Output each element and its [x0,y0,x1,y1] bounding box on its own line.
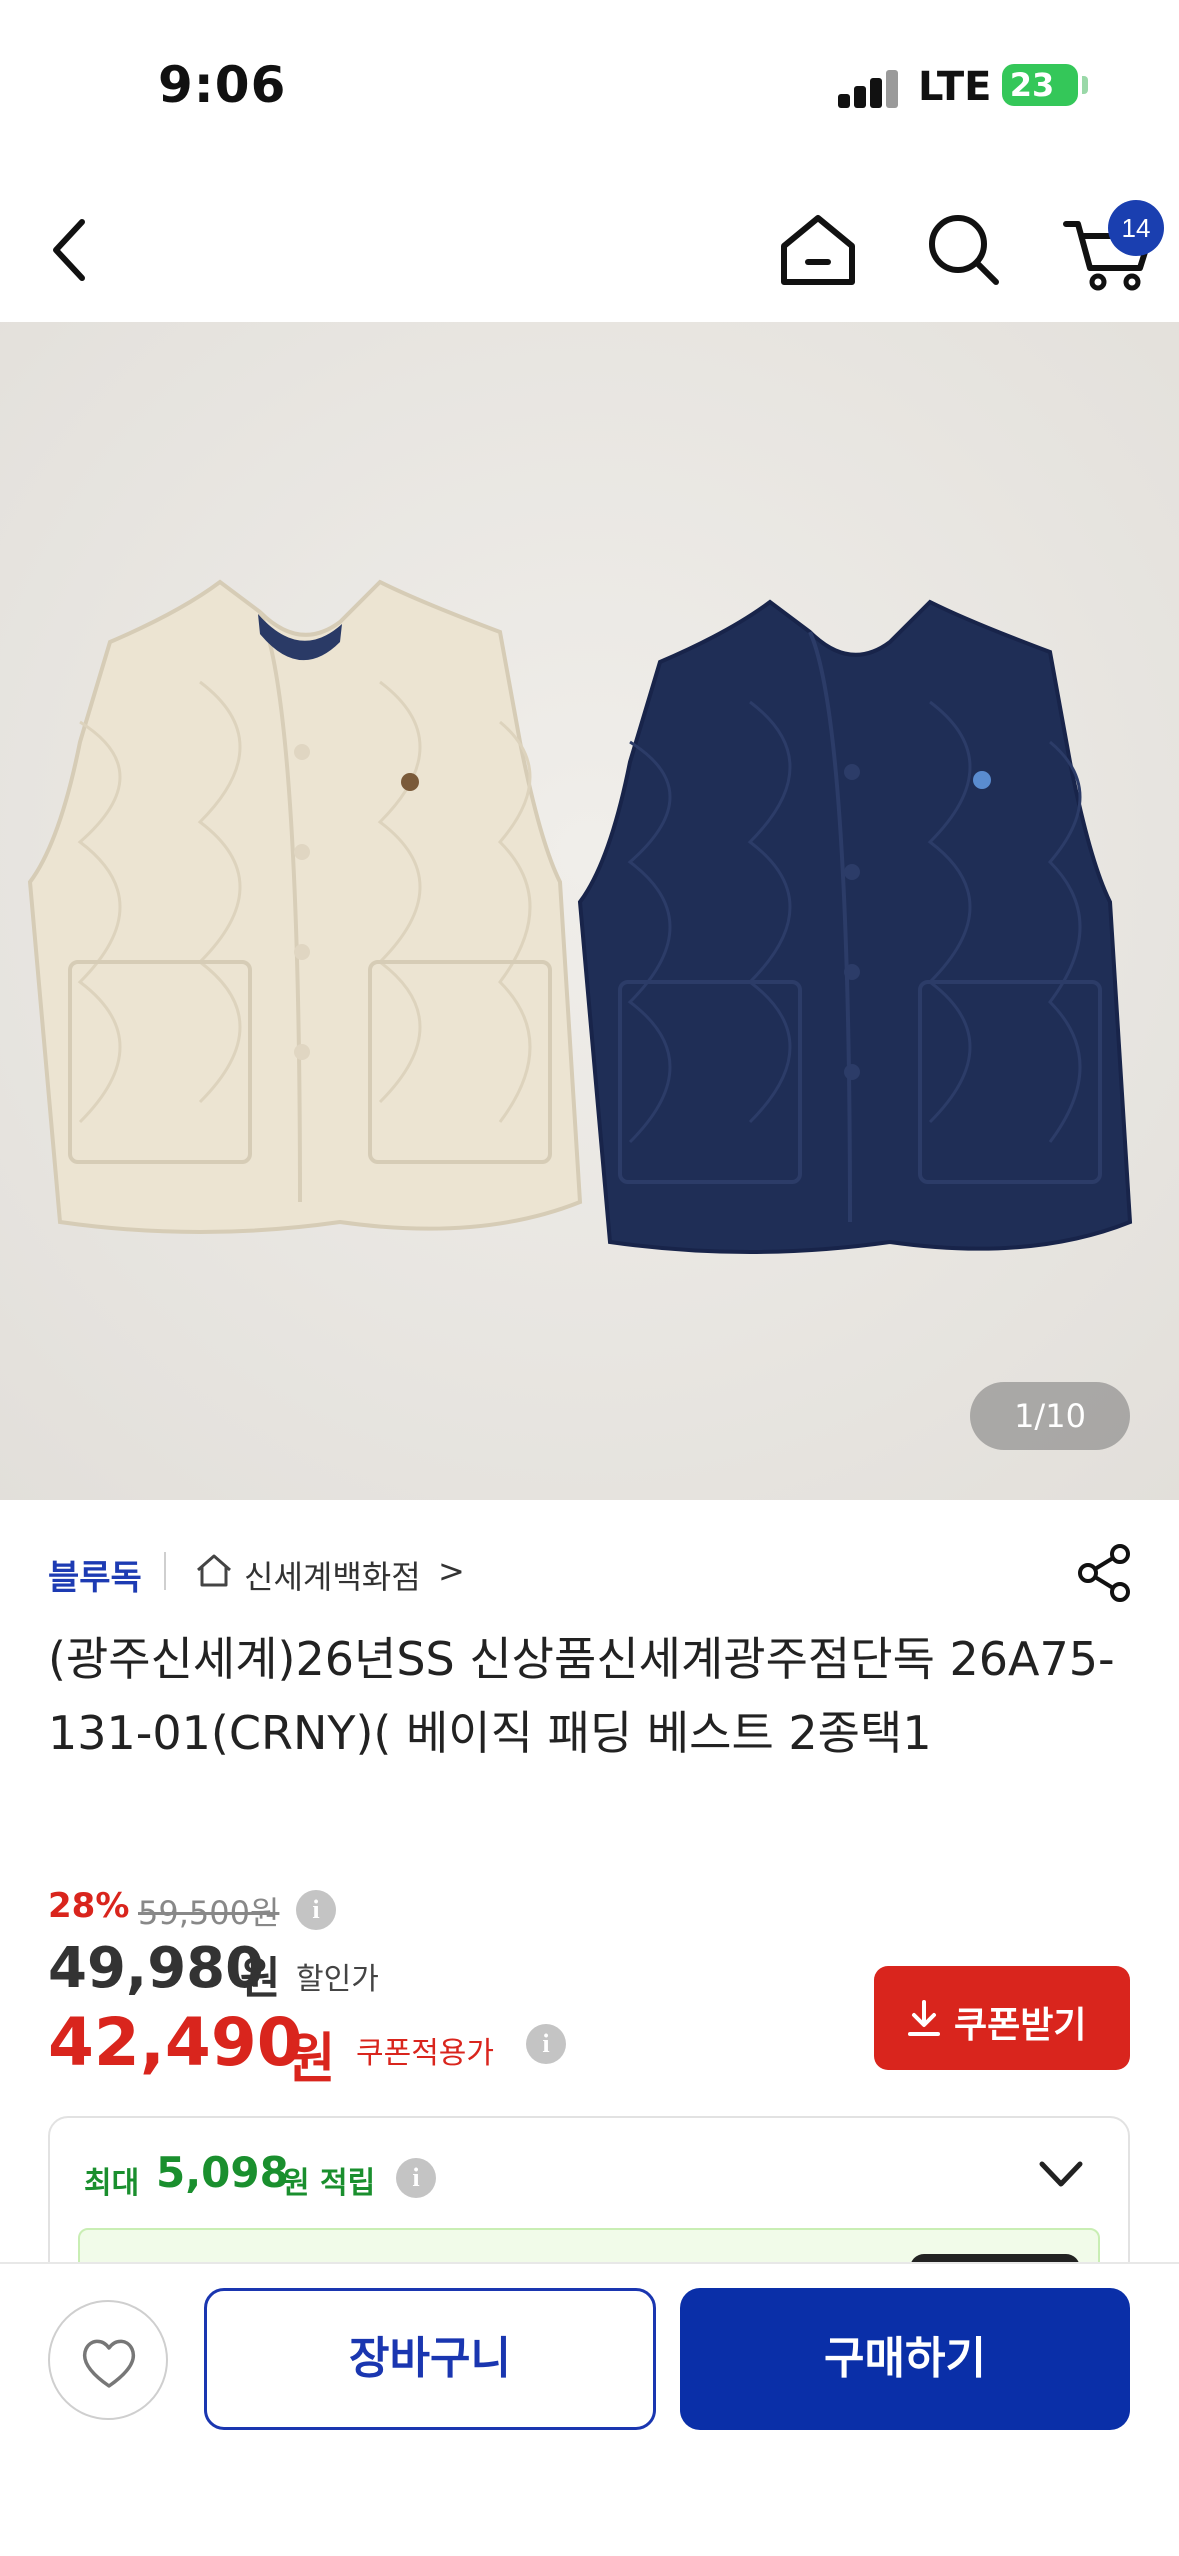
chevron-down-icon[interactable] [1036,2154,1086,2194]
points-prefix: 최대 [84,2166,140,2201]
heart-icon [82,2339,136,2388]
network-type: LTE [918,64,992,110]
points-value: 5,098 [156,2148,289,2197]
original-price: 59,500원 [138,1894,280,1932]
search-icon [929,215,999,285]
download-coupon-button[interactable]: 쿠폰받기 [874,1966,1130,2070]
share-icon [1078,1544,1130,1602]
status-bar: 9:06 LTE 23 [0,0,1179,170]
points-unit: 원 적립 [282,2166,376,2201]
sale-price: 49,980 [48,1936,265,2001]
cart-count-badge: 14 [1108,200,1164,256]
status-time: 9:06 [158,56,287,114]
coupon-price: 42,490 [48,2004,303,2081]
battery-cap [1082,76,1088,94]
buy-now-button[interactable]: 구매하기 [680,2288,1130,2430]
cream-vest [27,579,583,1234]
brand-link[interactable]: 블루독 [48,1550,142,1599]
info-icon[interactable]: i [296,1890,336,1930]
search-button[interactable] [924,210,1004,290]
download-icon [908,2000,940,2036]
chevron-left-icon [53,219,85,281]
coupon-price-label: 쿠폰적용가 [356,2036,494,2071]
battery-icon: 23 [1002,64,1078,106]
home-button[interactable] [776,210,860,290]
battery-level: 23 [1009,66,1055,104]
home-icon [781,215,855,285]
discount-rate: 28% [48,1886,130,1926]
sale-price-label: 할인가 [296,1962,379,1997]
navy-vest [577,599,1133,1254]
download-coupon-label: 쿠폰받기 [954,2005,1087,2046]
share-button[interactable] [1074,1542,1134,1604]
image-counter: 1/10 [970,1382,1130,1450]
product-photo [0,322,1179,1500]
brand-row: 블루독 신세계백화점 > [48,1546,1138,1599]
product-image[interactable] [0,322,1179,1500]
store-link[interactable]: 신세계백화점 [244,1552,421,1598]
coupon-info-icon[interactable]: i [526,2024,566,2064]
signal-strength-icon [838,66,900,108]
brand-divider [164,1552,166,1590]
add-to-cart-button[interactable]: 장바구니 [204,2288,656,2430]
coupon-price-unit: 원 [286,2027,336,2090]
store-home-icon [197,1554,231,1587]
product-title: (광주신세계)26년SS 신상품신세계광주점단독 26A75-131-01(CR… [48,1632,1115,1760]
points-info-icon[interactable]: i [396,2158,436,2198]
store-chevron: > [438,1552,465,1590]
back-button[interactable] [40,210,100,290]
sale-price-unit: 원 [240,1953,281,2004]
bottom-action-bar: 장바구니 구매하기 [0,2262,1179,2556]
wishlist-button[interactable] [48,2300,168,2420]
app-header [0,170,1179,322]
